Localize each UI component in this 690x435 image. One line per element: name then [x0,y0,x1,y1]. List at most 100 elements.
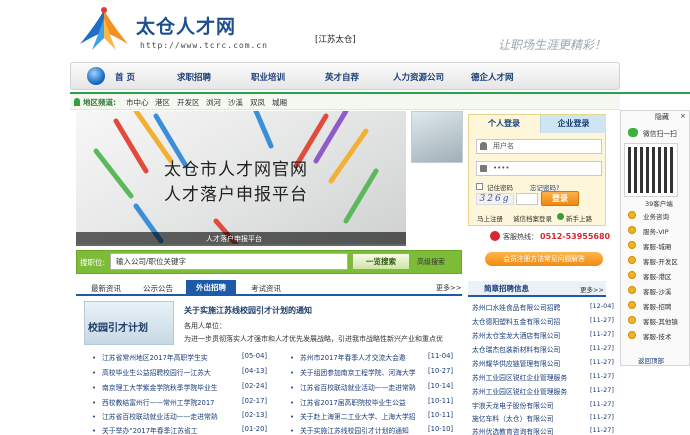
region-label: 地区频道: [83,98,116,107]
tab-latest-news[interactable]: 最新资讯 [80,282,132,296]
region-link[interactable]: 港区 [155,97,170,108]
news-date: [10-11] [428,397,454,405]
banner-title: 太仓市人才网官网 [164,160,308,180]
service-link[interactable]: 客服-城厢 [643,241,671,251]
back-to-top-link[interactable]: 返回顶部 [638,355,664,365]
tab-personal-login[interactable]: 个人登录 [469,115,539,133]
qr-label: 39客户端 [645,200,673,208]
news-item[interactable]: • 江苏省2017届高职院校毕业生公益 [290,397,406,407]
qr-code [624,143,678,197]
remember-checkbox[interactable] [476,183,483,190]
service-link[interactable]: 业务咨询 [643,211,669,221]
recruit-item[interactable]: 太仓德阳塑料五金有限公司招 [472,316,560,326]
recruit-item[interactable]: 苏州优选教育咨询有限公司 [472,426,554,435]
recruit-item[interactable]: 太仓瑞杰包装新材料有限公司 [472,344,560,354]
news-item[interactable]: • 关于组团参加南京工程学院、河海大学 [290,367,416,377]
recruit-item[interactable]: 苏州耀华供应链管理有限公司 [472,358,560,368]
featured-image-text: 校园引才计划 [88,323,148,334]
recruit-date: [11-27] [590,372,614,380]
news-date: [01-20] [242,425,268,433]
recruit-item[interactable]: 施亿车料（太仓）有限公司 [472,413,554,423]
captcha-image[interactable]: 326g [476,193,514,205]
nav-jobs[interactable]: 求职招聘 [177,71,211,83]
featured-body: 各用人单位： [184,322,226,330]
news-item[interactable]: • 关于实施江苏线校园引才计划的通知 [290,425,409,435]
news-date: [10-27] [428,367,454,375]
qq-icon [628,211,636,219]
news-date: [02-17] [242,397,268,405]
nav-german-talent[interactable]: 德企人才网 [471,71,514,83]
news-item[interactable]: • 西校教结富州行——常州工学院2017 [92,397,214,407]
service-link[interactable]: 客服-技术 [643,331,671,341]
region-link[interactable]: 开发区 [177,97,200,108]
recruit-date: [12-04] [590,302,614,310]
recruit-title: 简章招聘信息 [484,284,529,293]
service-link[interactable]: 客服-开发区 [643,256,678,266]
nav-home[interactable]: 首 页 [115,71,135,83]
news-date: [10-10] [428,425,454,433]
news-item[interactable]: • 江苏省百校联动就业活动——走进常熟 [92,411,218,421]
news-more-link[interactable]: 更多>> [436,283,462,293]
wechat-icon [628,128,638,137]
service-link[interactable]: 客服-港区 [643,271,671,281]
nav-training[interactable]: 职业培训 [251,71,285,83]
search-button[interactable]: 一览搜索 [352,253,410,270]
recruit-item[interactable]: 苏州太仓宝龙大酒店有限公司 [472,330,560,340]
recruit-date: [11-27] [590,413,614,421]
captcha-input[interactable] [516,193,538,205]
advanced-search-link[interactable]: 高级搜索 [417,257,445,267]
recruit-date: [11-27] [590,386,614,394]
hide-panel-button[interactable]: 隐藏 [655,112,669,122]
logo-icon[interactable] [78,4,130,54]
faq-button[interactable]: 会员注册方法常见问题解答 [485,252,603,266]
service-link[interactable]: 客服-招聘 [643,301,671,311]
recruit-date: [11-27] [590,344,614,352]
recruit-item[interactable]: 苏州工业园区锐红企业管理服务 [472,372,567,382]
news-item[interactable]: • 关于举办“2017年春季江苏省工 [92,425,198,435]
banner-caption: 人才落户申报平台 [76,232,406,246]
register-link[interactable]: 马上注册 [477,213,503,223]
service-link[interactable]: 客服-其他镇 [643,316,678,326]
region-link[interactable]: 双凤 [250,97,265,108]
archive-login-link[interactable]: 诚信档案登录 [513,213,552,223]
qq-icon [628,256,636,264]
nav-hr-company[interactable]: 人力资源公司 [393,71,444,83]
recruit-more-link[interactable]: 更多>> [580,284,604,294]
tab-exam-news[interactable]: 考试资讯 [240,282,292,296]
username-field[interactable]: 用户名 [476,139,602,154]
newbie-link[interactable]: 新手上路 [566,213,592,223]
globe-icon [87,67,105,85]
featured-title[interactable]: 关于实施江苏线校园引才计划的通知 [184,305,312,316]
recruit-item[interactable]: 苏州工业园区锐红企业管理服务 [472,386,567,396]
recruit-item[interactable]: 宇浪天龙电子股份有限公司 [472,400,554,410]
tab-company-login[interactable]: 企业登录 [540,115,606,133]
nav-self-recommend[interactable]: 英才自荐 [325,71,359,83]
news-item[interactable]: • 高校毕业生公益招聘校园行一江苏大 [92,367,211,377]
search-input[interactable]: 输入公司/职位关键字 [110,253,348,270]
service-link[interactable]: 客服-沙溪 [643,286,671,296]
close-icon[interactable]: × [680,112,686,120]
news-item[interactable]: • 南京理工大学紫金学院秋季学院毕业生 [92,382,218,392]
region-link[interactable]: 城厢 [272,97,287,108]
region-link[interactable]: 浏河 [206,97,221,108]
news-item[interactable]: • 关于赴上海第二工业大学、上海大学招 [290,411,416,421]
region-tag: [江苏太仓] [315,35,356,45]
news-item[interactable]: • 苏州市2017年春季人才交流大会邀 [290,352,406,362]
tab-notices[interactable]: 公示公告 [132,282,184,296]
qq-icon [628,331,636,339]
password-field[interactable]: •••• [476,161,602,176]
banner-thumbnail[interactable] [411,111,463,163]
login-button[interactable]: 登录 [541,191,579,206]
slogan: 让职场生涯更精彩！ [498,38,607,52]
region-link[interactable]: 沙溪 [228,97,243,108]
site-name[interactable]: 太仓人才网 [136,12,236,39]
service-link[interactable]: 服务-VIP [643,226,669,236]
news-date: [04-13] [242,367,268,375]
news-item[interactable]: • 江苏省百校联动就业活动——走进常熟 [290,382,416,392]
tab-external-recruit[interactable]: 外出招聘 [186,280,236,296]
recruit-date: [11-27] [590,400,614,408]
region-link[interactable]: 市中心 [126,97,149,108]
main-nav: 首 页 求职招聘 职业培训 英才自荐 人力资源公司 德企人才网 [70,62,620,90]
recruit-item[interactable]: 苏州口水娃食品有限公司招聘 [472,302,560,312]
news-item[interactable]: • 江苏省常州地区2017年高职学生实 [92,352,208,362]
